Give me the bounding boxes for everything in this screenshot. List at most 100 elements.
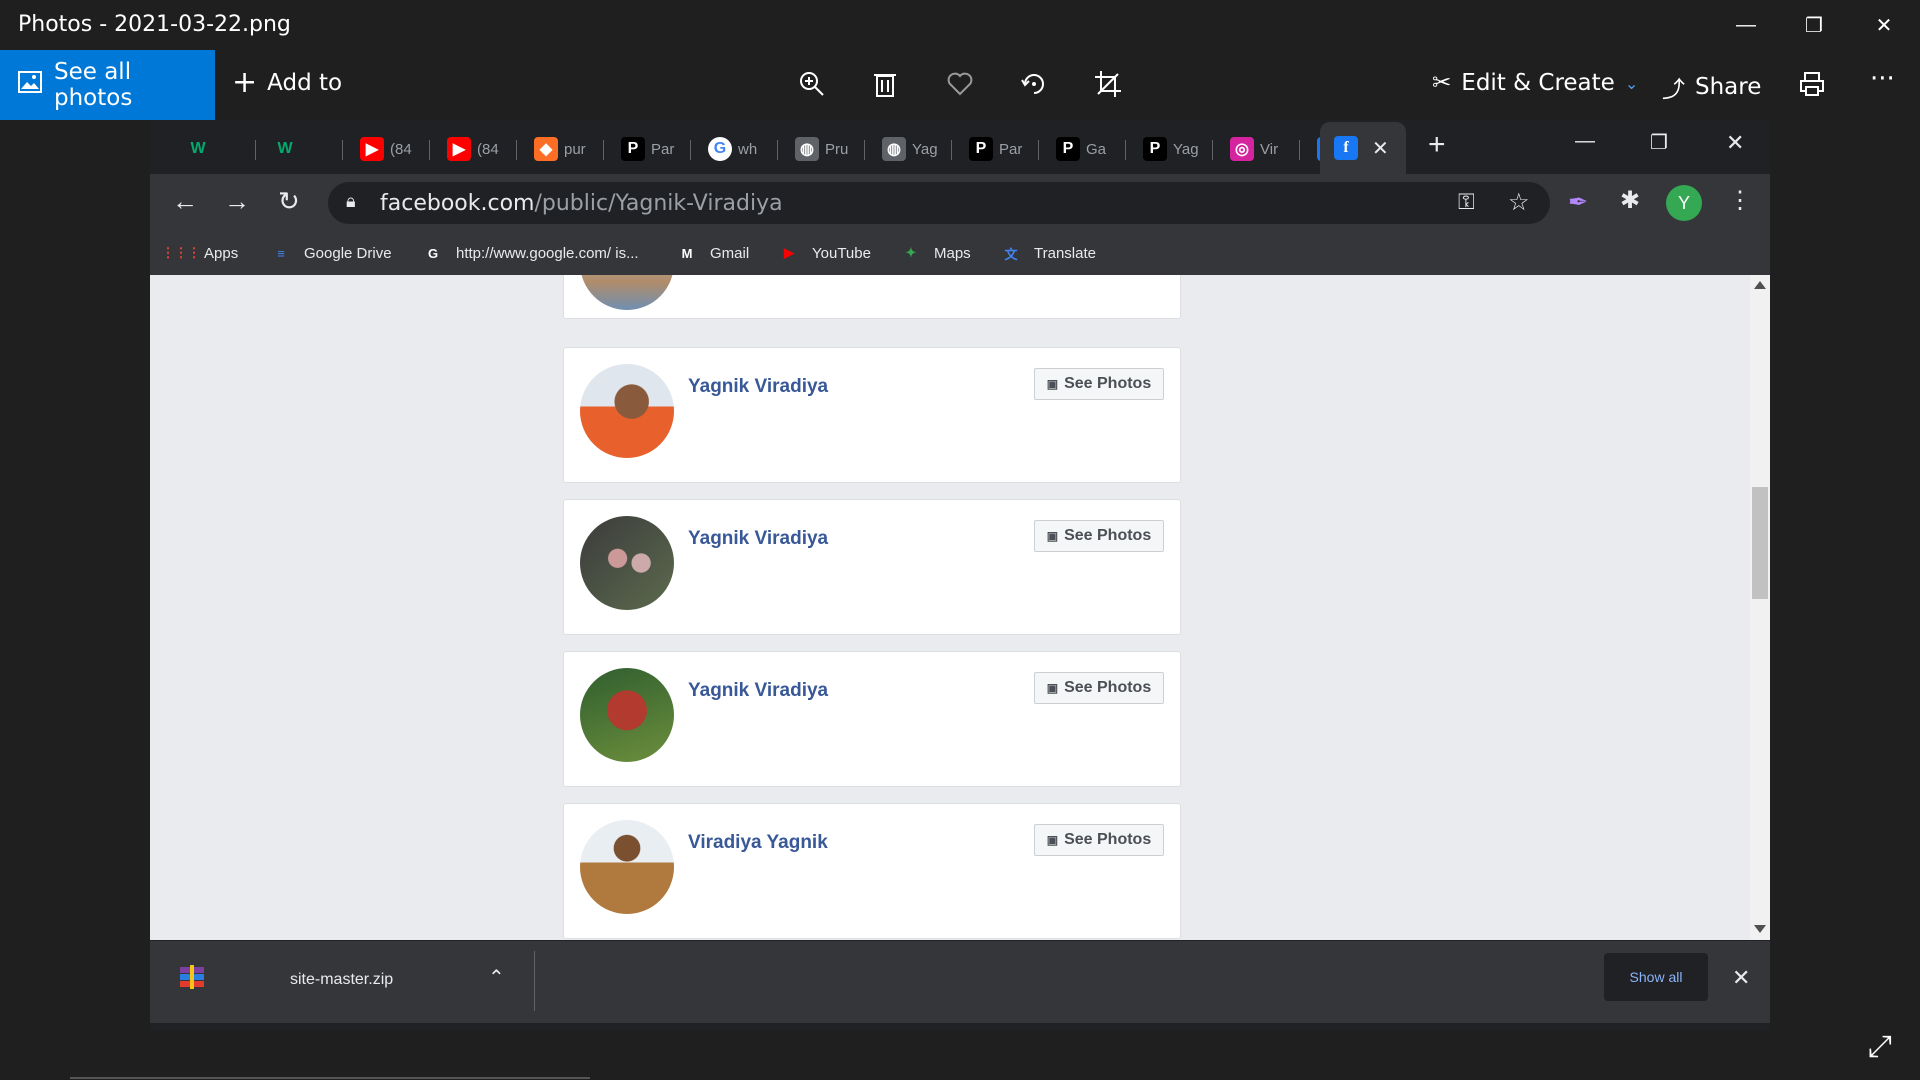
browser-restore-button[interactable]: ❐ bbox=[1650, 130, 1668, 155]
apps-grid-icon: ⋮⋮⋮ bbox=[161, 245, 201, 260]
divider bbox=[70, 1077, 590, 1079]
delete-icon[interactable] bbox=[865, 64, 905, 104]
crop-icon[interactable] bbox=[1088, 64, 1128, 104]
edit-create-button[interactable]: ✂ Edit & Create ⌄ bbox=[1432, 70, 1638, 96]
profile-avatar[interactable]: Y bbox=[1666, 185, 1702, 221]
browser-tab[interactable]: P Yag bbox=[1127, 130, 1213, 168]
extensions-puzzle-icon[interactable]: ✱ bbox=[1620, 186, 1640, 215]
tab-separator bbox=[1299, 140, 1300, 160]
browser-minimize-button[interactable]: — bbox=[1575, 130, 1595, 153]
minimize-button[interactable]: — bbox=[1712, 0, 1780, 50]
scroll-up-arrow-icon[interactable] bbox=[1754, 281, 1766, 289]
profile-name-link[interactable]: Viradiya Yagnik bbox=[688, 832, 828, 854]
facebook-page: Yagnik Viradiya ▣ See Photos Yagnik Viradiy… bbox=[150, 275, 1770, 940]
see-photos-button[interactable]: ▣ See Photos bbox=[1034, 672, 1164, 704]
tab-facebook-active[interactable]: f ✕ bbox=[1320, 122, 1406, 174]
profile-name-link[interactable]: Yagnik Viradiya bbox=[688, 680, 828, 702]
close-download-bar-icon[interactable]: ✕ bbox=[1732, 965, 1750, 991]
photos-icon: ▣ bbox=[1046, 681, 1059, 695]
browser-tab[interactable]: ◆ pur bbox=[518, 130, 604, 168]
browser-tab[interactable]: W bbox=[170, 130, 256, 168]
gmail-icon: M bbox=[681, 245, 693, 261]
download-filename[interactable]: site-master.zip bbox=[290, 971, 393, 989]
bookmark-item[interactable]: 文 Translate bbox=[1000, 242, 1096, 264]
url-path: /public/Yagnik-Viradiya bbox=[534, 191, 783, 216]
scroll-down-arrow-icon[interactable] bbox=[1754, 925, 1766, 933]
bookmark-item[interactable]: ≡ Google Drive bbox=[270, 242, 391, 264]
restore-button[interactable]: ❐ bbox=[1780, 0, 1848, 50]
share-button[interactable]: ⤴ Share bbox=[1662, 70, 1761, 104]
browser-tab[interactable]: Gwh bbox=[692, 130, 778, 168]
tab-label: Ga bbox=[1086, 140, 1107, 158]
address-bar[interactable]: 🔒︎ facebook.com/public/Yagnik-Viradiya ⚿… bbox=[328, 182, 1550, 224]
bookmark-label: Translate bbox=[1034, 244, 1096, 262]
tab-label: Pru bbox=[825, 140, 849, 158]
show-all-button[interactable]: Show all bbox=[1604, 953, 1708, 1001]
back-arrow-icon[interactable]: ← bbox=[172, 186, 198, 217]
bookmark-label: http://www.google.com/ is... bbox=[456, 244, 639, 262]
globe-icon: ◍ bbox=[795, 137, 819, 161]
browser-tab[interactable]: ◎ Vir bbox=[1214, 130, 1300, 168]
tab-separator bbox=[864, 140, 865, 160]
lock-icon: 🔒︎ bbox=[346, 191, 356, 211]
photos-icon: ▣ bbox=[1046, 377, 1059, 391]
chevron-up-icon[interactable]: ⌃ bbox=[488, 965, 505, 990]
rotate-icon[interactable] bbox=[1014, 64, 1054, 104]
tab-label: Par bbox=[999, 140, 1023, 158]
tab-label: Yag bbox=[1173, 140, 1199, 158]
see-photos-button[interactable]: ▣ See Photos bbox=[1034, 368, 1164, 400]
browser-tab[interactable]: P Ga bbox=[1040, 130, 1126, 168]
page-scrollbar[interactable] bbox=[1750, 275, 1770, 940]
browser-tab[interactable]: ◍ Yag bbox=[866, 130, 952, 168]
bookmark-item[interactable]: ▶ YouTube bbox=[778, 242, 871, 264]
see-photos-button[interactable]: ▣ See Photos bbox=[1034, 824, 1164, 856]
bookmark-item[interactable]: M Gmail bbox=[676, 242, 750, 264]
reload-icon[interactable]: ↻ bbox=[278, 186, 300, 217]
chevron-down-icon: ⌄ bbox=[1624, 73, 1639, 93]
tab-label: Par bbox=[651, 140, 675, 158]
expand-fullscreen-icon[interactable]: ⤢ bbox=[1868, 1030, 1892, 1064]
browser-tab[interactable]: P Par bbox=[605, 130, 691, 168]
download-bar: site-master.zip ⌃ Show all ✕ bbox=[150, 940, 1770, 1023]
browser-close-button[interactable]: ✕ bbox=[1726, 130, 1744, 156]
browser-tab[interactable]: W bbox=[257, 130, 343, 168]
bookmark-item[interactable]: ✦ Maps bbox=[900, 242, 971, 264]
google-icon: G bbox=[708, 137, 732, 161]
new-tab-button[interactable]: + bbox=[1428, 128, 1446, 162]
profile-name-link[interactable]: Yagnik Viradiya bbox=[688, 376, 828, 398]
forward-arrow-icon[interactable]: → bbox=[224, 186, 250, 217]
chrome-menu-icon[interactable]: ⋮ bbox=[1728, 186, 1752, 215]
avatar[interactable] bbox=[580, 516, 674, 610]
bookmark-star-icon[interactable]: ☆ bbox=[1508, 188, 1530, 217]
key-icon[interactable]: ⚿ bbox=[1458, 189, 1475, 215]
tab-label: (84 bbox=[390, 140, 412, 158]
browser-tab[interactable]: ▶ (84 bbox=[431, 130, 517, 168]
scrollbar-thumb[interactable] bbox=[1752, 487, 1768, 599]
print-icon[interactable] bbox=[1792, 64, 1832, 104]
avatar[interactable] bbox=[580, 820, 674, 914]
bookmark-item[interactable]: Ghttp://www.google.com/ is... bbox=[422, 242, 639, 264]
see-all-photos-button[interactable]: See all photos bbox=[0, 50, 215, 120]
browser-tab[interactable]: ▶ (84 bbox=[344, 130, 430, 168]
tab-separator bbox=[777, 140, 778, 160]
avatar[interactable] bbox=[580, 364, 674, 458]
avatar[interactable] bbox=[580, 668, 674, 762]
youtube-icon: ▶ bbox=[447, 137, 471, 161]
feather-extension-icon[interactable]: ✒ bbox=[1568, 188, 1588, 217]
bookmark-item[interactable]: ⋮⋮⋮ Apps bbox=[161, 242, 239, 264]
close-tab-icon[interactable]: ✕ bbox=[1372, 136, 1389, 161]
youtube-icon: ▶ bbox=[784, 245, 794, 260]
see-photos-button[interactable]: ▣ See Photos bbox=[1034, 520, 1164, 552]
zoom-icon[interactable] bbox=[792, 64, 832, 104]
tab-label: Yag bbox=[912, 140, 938, 158]
bookmark-label: Gmail bbox=[710, 244, 750, 262]
tab-separator bbox=[951, 140, 952, 160]
google-icon: G bbox=[427, 245, 439, 261]
add-to-button[interactable]: + Add to bbox=[232, 68, 342, 98]
more-options-button[interactable]: ··· bbox=[1870, 64, 1895, 94]
browser-tab[interactable]: P Par bbox=[953, 130, 1039, 168]
browser-tab[interactable]: ◍ Pru bbox=[779, 130, 865, 168]
profile-name-link[interactable]: Yagnik Viradiya bbox=[688, 528, 828, 550]
close-window-button[interactable]: ✕ bbox=[1850, 0, 1918, 50]
favorite-heart-icon[interactable] bbox=[940, 64, 980, 104]
